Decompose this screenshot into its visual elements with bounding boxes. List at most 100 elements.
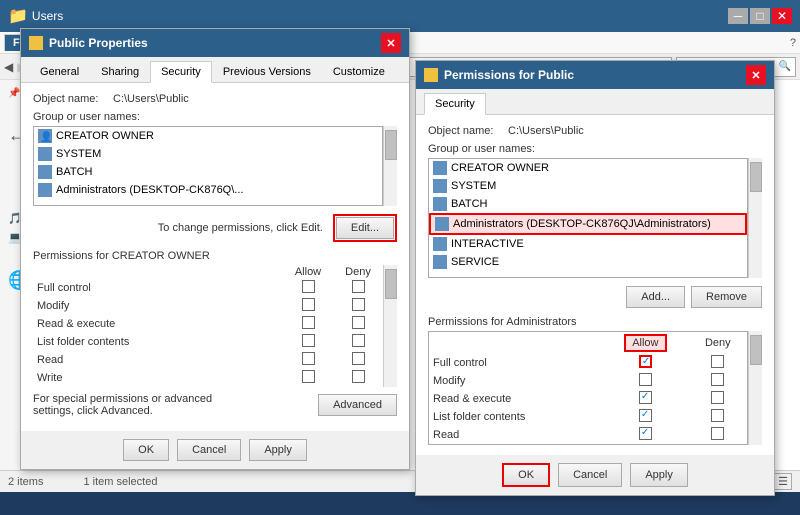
checkbox-read-deny[interactable] [352,352,365,365]
perm-cancel-button[interactable]: Cancel [558,463,622,487]
tab-security[interactable]: Security [150,61,212,83]
perm-user-creator[interactable]: CREATOR OWNER [429,159,747,177]
public-properties-body: Object name: C:\Users\Public Group or us… [21,83,409,431]
perm-user-batch[interactable]: BATCH [429,195,747,213]
perm-user-administrators[interactable]: Administrators (DESKTOP-CK876QJ\Administ… [429,213,747,235]
remove-button[interactable]: Remove [691,286,762,308]
user-icon [38,165,52,179]
edit-btn-wrapper: Edit... [333,214,397,242]
dialog-icon [29,36,43,50]
admin-readexec-allow-checkbox[interactable] [639,391,652,404]
perm-admin-list: List folder contents [429,408,748,426]
checkbox-readexec-allow[interactable] [302,316,315,329]
checkbox-modify-deny[interactable] [352,298,365,311]
object-name-row: Object name: C:\Users\Public [33,93,397,105]
status-selected: 1 item selected [83,476,157,488]
public-properties-tabs: General Sharing Security Previous Versio… [21,57,409,83]
user-list-scrollbar[interactable] [383,126,397,206]
permissions-label: Permissions for CREATOR OWNER [33,250,397,262]
permissions-dialog: Permissions for Public ✕ Security Object… [415,60,775,496]
admin-read-deny-checkbox[interactable] [711,427,724,440]
admin-read-allow-checkbox[interactable] [639,427,652,440]
user-list-item[interactable]: 👤 CREATOR OWNER [34,127,382,145]
perm-table-scrollbar[interactable] [748,331,762,445]
perm-row-list: List folder contents [33,333,383,351]
user-icon: 👤 [38,129,52,143]
checkbox-full-deny[interactable] [352,280,365,293]
user-icon [38,183,52,197]
admin-list-deny-checkbox[interactable] [711,409,724,422]
public-properties-close[interactable]: ✕ [381,33,401,53]
checkbox-list-deny[interactable] [352,334,365,347]
perm-row-modify: Modify [33,297,383,315]
pp-cancel-button[interactable]: Cancel [177,439,241,461]
tab-sharing[interactable]: Sharing [90,61,150,83]
admin-readexec-deny-checkbox[interactable] [711,391,724,404]
perm-user-list[interactable]: CREATOR OWNER SYSTEM BATCH Administrator… [428,158,748,278]
public-properties-footer: OK Cancel Apply [21,431,409,469]
admin-full-allow-checkbox[interactable] [639,355,652,368]
user-icon [435,217,449,231]
checkbox-full-allow[interactable] [302,280,315,293]
minimize-btn[interactable]: ─ [728,8,748,24]
add-button[interactable]: Add... [626,286,685,308]
svg-text:👤: 👤 [40,130,52,143]
allow-header-highlight: Allow [624,334,666,352]
checkbox-list-allow[interactable] [302,334,315,347]
perm-apply-button[interactable]: Apply [630,463,688,487]
public-properties-title: Public Properties [49,36,148,50]
advanced-button[interactable]: Advanced [318,394,397,416]
checkbox-modify-allow[interactable] [302,298,315,311]
perm-user-system[interactable]: SYSTEM [429,177,747,195]
edit-button[interactable]: Edit... [336,217,394,239]
perm-row-read: Read [33,351,383,369]
perm-table-scrollbar[interactable] [383,265,397,387]
perm-ok-button[interactable]: OK [502,463,550,487]
user-list-item[interactable]: BATCH [34,163,382,181]
perm-object-value: C:\Users\Public [508,125,584,137]
checkbox-write-deny[interactable] [352,370,365,383]
perm-admins-label: Permissions for Administrators [428,316,762,328]
window-title: Users [32,9,63,23]
perm-admin-full: Full control [429,354,748,372]
perm-user-service[interactable]: SERVICE [429,253,747,271]
perm-row-write: Write [33,369,383,387]
pp-ok-button[interactable]: OK [123,439,169,461]
checkbox-write-allow[interactable] [302,370,315,383]
permissions-tab-security[interactable]: Security [424,93,486,115]
close-btn[interactable]: ✕ [772,8,792,24]
perm-table-thumb[interactable] [750,335,762,365]
tab-general[interactable]: General [29,61,90,83]
tab-previous-versions[interactable]: Previous Versions [212,61,322,83]
permissions-dialog-title: Permissions for Public [444,68,574,82]
back-btn[interactable]: ◀ [4,60,13,74]
public-properties-dialog: Public Properties ✕ General Sharing Secu… [20,28,410,470]
view-list-icon[interactable]: ☰ [774,473,792,490]
admin-full-deny-checkbox[interactable] [711,355,724,368]
user-list-item[interactable]: SYSTEM [34,145,382,163]
help-icon[interactable]: ? [790,37,796,49]
permissions-table: Allow Deny Full control Modify [33,265,383,387]
edit-hint: To change permissions, click Edit. [158,222,323,234]
permissions-close[interactable]: ✕ [746,65,766,85]
pp-apply-button[interactable]: Apply [249,439,307,461]
checkbox-read-allow[interactable] [302,352,315,365]
perm-scrollbar-thumb[interactable] [385,269,397,299]
user-icon [433,161,447,175]
checkbox-readexec-deny[interactable] [352,316,365,329]
user-list[interactable]: 👤 CREATOR OWNER SYSTEM BATCH Administrat… [33,126,383,206]
perm-row-full: Full control [33,279,383,297]
perm-user-scrollbar-thumb[interactable] [750,162,762,192]
pin-icon: 📌 [8,88,20,99]
scrollbar-thumb[interactable] [385,130,397,160]
admin-modify-deny-checkbox[interactable] [711,373,724,386]
perm-admins-table: Allow Deny Full control [428,331,748,445]
user-list-item[interactable]: Administrators (DESKTOP-CK876Q\... [34,181,382,199]
maximize-btn[interactable]: □ [750,8,770,24]
perm-object-name-row: Object name: C:\Users\Public [428,125,762,137]
admin-list-allow-checkbox[interactable] [639,409,652,422]
admin-modify-allow-checkbox[interactable] [639,373,652,386]
perm-user-scrollbar[interactable] [748,158,762,278]
perm-user-interactive[interactable]: INTERACTIVE [429,235,747,253]
tab-customize[interactable]: Customize [322,61,396,83]
